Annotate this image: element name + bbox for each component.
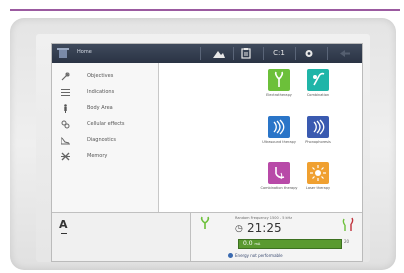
ultrasound-icon [273,119,285,135]
top-bar: Home C:1 [52,44,362,63]
top-accent-line [10,9,400,11]
combination-icon [313,72,325,86]
treatment-status-panel: Random Frequency 1500 - 5 kHz ◷ 21:25 0.… [191,212,362,261]
sidebar-item-body-area[interactable]: Body Area [52,101,158,117]
sidebar-item-label: Cellular effects [87,121,125,127]
therapy-tile-electrotherapy[interactable] [268,69,290,91]
info-icon [228,253,233,258]
divider [263,47,264,60]
combination-therapy-icon [275,167,285,180]
phonophoresis-icon [313,119,325,135]
channel-label[interactable]: C:1 [270,48,288,59]
divider [327,47,328,60]
therapy-tile-combination-therapy[interactable] [268,162,290,184]
meter-value: 0.0 mA [243,240,261,247]
list-icon [61,89,70,96]
meter-max: 20 [344,239,350,244]
sidebar-item-label: Objectives [87,73,114,79]
channel-letter: A [59,218,68,231]
sidebar-item-label: Indications [87,89,115,95]
home-icon[interactable] [57,48,69,59]
electrotherapy-icon [274,71,284,87]
sidebar-item-label: Diagnostics [87,137,117,143]
divider [200,47,201,60]
therapy-grid: Electrotherapy Combination Ultrasound th… [159,63,362,212]
sidebar-item-diagnostics[interactable]: Diagnostics [52,133,158,149]
status-text: Random Frequency 1500 - 5 kHz [235,216,293,220]
sidebar-item-memory[interactable]: Memory [52,149,158,165]
therapy-label: Phonophoresis [305,140,331,144]
status-message: Energy not performable [235,253,283,258]
body-icon [64,104,67,113]
mountain-icon[interactable] [212,48,226,59]
therapy-label: Combination therapy [260,186,298,190]
patient-panel[interactable]: A [52,212,191,261]
device-screen: Home C:1 Objectives Indications Body Are… [51,43,363,262]
sidebar-item-label: Body Area [87,105,113,111]
timer: 21:25 [247,221,282,235]
memory-icon [61,152,70,161]
therapy-label: Combination [306,93,330,97]
therapy-tile-phonophoresis[interactable] [307,116,329,138]
therapy-label: Electrotherapy [266,93,292,97]
divider [233,47,234,60]
therapy-tile-laser[interactable] [307,162,329,184]
sidebar: Objectives Indications Body Area Cellula… [52,63,159,212]
home-label[interactable]: Home [77,49,92,55]
laser-icon [310,165,326,181]
underline [61,233,67,234]
therapy-label: Laser therapy [305,186,331,190]
back-arrow-icon[interactable] [338,48,352,59]
tools-icon [61,72,70,81]
clipboard-icon[interactable] [241,48,251,59]
therapy-tile-combination[interactable] [307,69,329,91]
divider [295,47,296,60]
electrode-icon [200,216,210,229]
electrode-pair-icon [342,217,354,231]
sidebar-item-objectives[interactable]: Objectives [52,69,158,85]
clock-icon: ◷ [235,224,243,234]
sidebar-item-label: Memory [87,153,108,159]
cells-icon [61,120,70,129]
sidebar-item-indications[interactable]: Indications [52,85,158,101]
graph-icon [61,137,70,145]
intensity-meter[interactable]: 0.0 mA [238,239,342,249]
therapy-label: Ultrasound therapy [262,140,296,144]
settings-icon[interactable] [304,48,314,59]
therapy-tile-ultrasound[interactable] [268,116,290,138]
sidebar-item-cellular-effects[interactable]: Cellular effects [52,117,158,133]
